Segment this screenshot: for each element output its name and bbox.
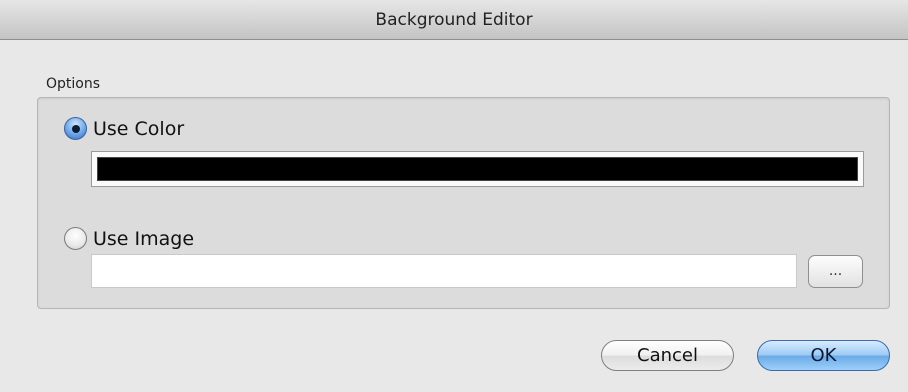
dialog-body: Options Use Color Use Image ... Cancel O… bbox=[0, 41, 908, 392]
cancel-button[interactable]: Cancel bbox=[601, 340, 734, 371]
use-color-label: Use Color bbox=[93, 117, 185, 140]
title-bar: Background Editor bbox=[0, 0, 908, 40]
color-swatch bbox=[97, 157, 858, 181]
use-image-option[interactable]: Use Image bbox=[64, 227, 194, 250]
use-color-radio[interactable] bbox=[64, 117, 87, 140]
use-color-option[interactable]: Use Color bbox=[64, 117, 184, 140]
use-image-label: Use Image bbox=[93, 227, 195, 250]
window-title: Background Editor bbox=[375, 9, 533, 30]
radio-selected-dot bbox=[71, 124, 80, 133]
use-image-radio[interactable] bbox=[64, 227, 87, 250]
image-path-input[interactable] bbox=[91, 254, 797, 288]
options-group-label: Options bbox=[46, 76, 101, 92]
browse-button[interactable]: ... bbox=[808, 255, 863, 288]
color-well[interactable] bbox=[91, 151, 864, 187]
ok-button[interactable]: OK bbox=[757, 340, 890, 371]
